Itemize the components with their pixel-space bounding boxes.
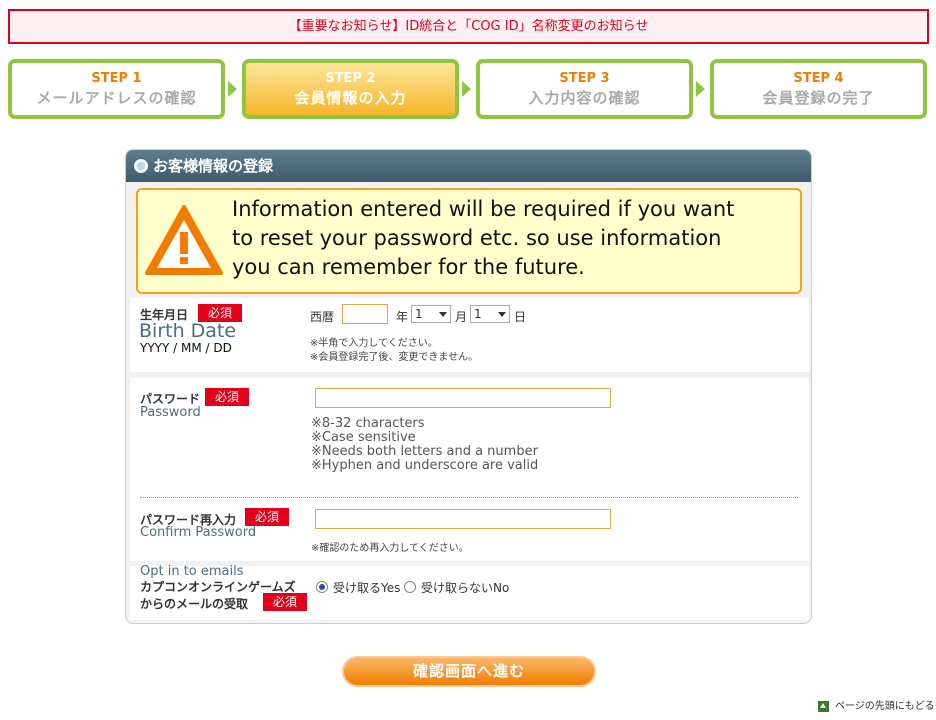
customer-info-panel: お客様情報の登録 Information entered will be req… xyxy=(125,149,812,624)
password-rule: ※Case sensitive xyxy=(311,430,416,445)
warning-text: Information entered will be required if … xyxy=(232,197,735,279)
bullet-icon xyxy=(134,159,148,173)
password-rules: ※8-32 characters ※Case sensitive ※Needs … xyxy=(311,417,538,473)
birth-day-select[interactable]: 1 xyxy=(470,305,510,323)
step-arrow-icon xyxy=(228,81,237,97)
month-unit: 月 xyxy=(455,310,468,324)
password-rule: ※Needs both letters and a number xyxy=(311,444,538,459)
step-number: STEP 4 xyxy=(793,71,844,86)
step-arrow-icon xyxy=(462,81,471,97)
step-number: STEP 3 xyxy=(559,71,610,86)
day-unit: 日 xyxy=(514,310,527,324)
optin-yes-radio[interactable] xyxy=(316,581,328,593)
back-to-top-label: ページの先頭にもどる xyxy=(835,701,935,712)
optin-label-jp-2: からのメールの受取 xyxy=(140,597,249,611)
arrow-up-icon xyxy=(818,700,829,712)
password-rule: ※Hyphen and underscore are valid xyxy=(311,458,539,473)
step-number: STEP 2 xyxy=(325,71,376,86)
chevron-down-icon xyxy=(498,312,506,317)
password-label-en: Password xyxy=(140,405,201,420)
required-badge: 必須 xyxy=(205,388,249,406)
step-arrow-icon xyxy=(696,81,705,97)
back-to-top-link[interactable]: ページの先頭にもどる xyxy=(818,697,935,712)
optin-no-label[interactable]: 受け取らないNo xyxy=(421,579,509,596)
confirm-password-input[interactable] xyxy=(315,509,611,529)
divider xyxy=(140,497,798,498)
optin-yes-label[interactable]: 受け取るYes xyxy=(333,579,400,596)
step-4: STEP 4 会員登録の完了 xyxy=(710,59,927,119)
step-2-current: STEP 2 会員情報の入力 xyxy=(242,59,459,119)
birth-year-input[interactable] xyxy=(342,304,388,324)
step-number: STEP 1 xyxy=(91,71,142,86)
panel-header: お客様情報の登録 xyxy=(126,150,811,182)
birth-date-section: 生年月日 必須 Birth Date YYYY / MM / DD 西暦 年 1… xyxy=(130,298,809,372)
birth-format: YYYY / MM / DD xyxy=(140,341,232,355)
required-badge: 必須 xyxy=(263,593,307,611)
required-badge: 必須 xyxy=(245,508,289,526)
birth-month-select[interactable]: 1 xyxy=(411,305,451,323)
optin-no-radio[interactable] xyxy=(404,581,416,593)
important-notice-link[interactable]: 【重要なお知らせ】ID統合と「COG ID」名称変更のお知らせ xyxy=(8,9,929,44)
password-section: パスワード 必須 Password ※8-32 characters ※Case… xyxy=(130,378,809,561)
proceed-to-confirm-button[interactable]: 確認画面へ進む xyxy=(342,656,596,687)
era-label: 西暦 xyxy=(310,310,335,324)
optin-label-en: Opt in to emails xyxy=(140,564,244,579)
birth-note-2: ※会員登録完了後、変更できません。 xyxy=(310,352,479,363)
confirm-label-en: Confirm Password xyxy=(140,525,257,540)
optin-section: Opt in to emails カプコンオンラインゲームズ からのメールの受取… xyxy=(130,564,809,620)
password-rule: ※8-32 characters xyxy=(311,416,425,431)
chevron-down-icon xyxy=(439,312,447,317)
registration-steps: STEP 1 メールアドレスの確認 STEP 2 会員情報の入力 STEP 3 … xyxy=(8,59,929,119)
warning-box: Information entered will be required if … xyxy=(136,188,802,294)
step-label: 会員情報の入力 xyxy=(294,89,407,107)
panel-title: お客様情報の登録 xyxy=(153,157,274,175)
warning-icon xyxy=(145,205,223,275)
step-3: STEP 3 入力内容の確認 xyxy=(476,59,693,119)
birth-note-1: ※半角で入力してください。 xyxy=(310,338,438,349)
step-label: メールアドレスの確認 xyxy=(36,89,197,107)
step-1: STEP 1 メールアドレスの確認 xyxy=(8,59,225,119)
birth-label-en: Birth Date xyxy=(139,320,237,342)
confirm-note: ※確認のため再入力してください。 xyxy=(311,543,469,554)
step-label: 会員登録の完了 xyxy=(762,89,875,107)
step-label: 入力内容の確認 xyxy=(528,89,641,107)
password-input[interactable] xyxy=(315,388,611,408)
year-unit: 年 xyxy=(396,310,409,324)
